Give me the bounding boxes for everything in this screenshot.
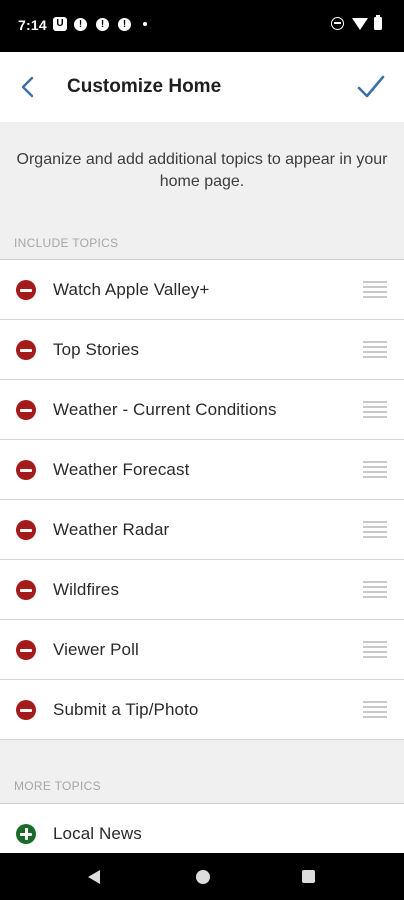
intro-panel: Organize and add additional topics to ap… bbox=[0, 122, 404, 228]
home-circle-icon[interactable] bbox=[196, 870, 210, 884]
drag-handle-icon[interactable] bbox=[363, 341, 387, 359]
topic-label: Local News bbox=[53, 824, 142, 843]
topic-label: Viewer Poll bbox=[53, 640, 139, 659]
app-header: Customize Home bbox=[0, 52, 404, 122]
u-app-icon: U bbox=[53, 17, 67, 31]
battery-icon bbox=[374, 15, 382, 30]
list-item[interactable]: Weather Forecast bbox=[0, 440, 404, 500]
alert-icon: ! bbox=[118, 17, 131, 31]
drag-handle-icon[interactable] bbox=[363, 281, 387, 299]
remove-icon[interactable] bbox=[16, 340, 36, 360]
include-topics-header: INCLUDE TOPICS bbox=[0, 228, 404, 259]
list-item[interactable]: Top Stories bbox=[0, 320, 404, 380]
list-item[interactable]: Watch Apple Valley+ bbox=[0, 260, 404, 320]
remove-icon[interactable] bbox=[16, 640, 36, 660]
drag-handle-icon[interactable] bbox=[363, 461, 387, 479]
topic-label: Top Stories bbox=[53, 340, 140, 359]
topic-label: Wildfires bbox=[53, 580, 120, 599]
topic-label: Weather Radar bbox=[53, 520, 170, 539]
include-topics-list: Watch Apple Valley+ Top Stories Weather … bbox=[0, 259, 404, 740]
drag-handle-icon[interactable] bbox=[363, 701, 387, 719]
back-triangle-icon[interactable] bbox=[88, 870, 100, 884]
remove-icon[interactable] bbox=[16, 400, 36, 420]
include-topics-label: INCLUDE TOPICS bbox=[14, 236, 119, 250]
list-item[interactable]: Weather Radar bbox=[0, 500, 404, 560]
status-time: 7:14 bbox=[18, 17, 47, 33]
list-item[interactable]: Weather - Current Conditions bbox=[0, 380, 404, 440]
remove-icon[interactable] bbox=[16, 460, 36, 480]
add-icon[interactable] bbox=[16, 824, 36, 844]
remove-icon[interactable] bbox=[16, 580, 36, 600]
list-item[interactable]: Submit a Tip/Photo bbox=[0, 680, 404, 740]
page-title: Customize Home bbox=[67, 76, 222, 97]
remove-icon[interactable] bbox=[16, 700, 36, 720]
checkmark-icon bbox=[357, 75, 385, 98]
drag-handle-icon[interactable] bbox=[363, 401, 387, 419]
alert-icon: ! bbox=[96, 17, 109, 31]
remove-icon[interactable] bbox=[16, 520, 36, 540]
notification-icons: U ! ! ! bbox=[53, 17, 147, 31]
list-item[interactable]: Wildfires bbox=[0, 560, 404, 620]
system-icons bbox=[331, 15, 382, 30]
chevron-left-icon bbox=[21, 76, 34, 98]
more-topics-header: MORE TOPICS bbox=[0, 740, 404, 803]
remove-icon[interactable] bbox=[16, 280, 36, 300]
status-bar: 7:14 U ! ! ! bbox=[0, 0, 404, 52]
wifi-icon bbox=[352, 17, 368, 30]
do-not-disturb-icon bbox=[331, 17, 344, 30]
topic-label: Weather Forecast bbox=[53, 460, 190, 479]
drag-handle-icon[interactable] bbox=[363, 581, 387, 599]
done-button[interactable] bbox=[356, 73, 386, 101]
list-item[interactable]: Viewer Poll bbox=[0, 620, 404, 680]
topic-label: Weather - Current Conditions bbox=[53, 400, 277, 419]
more-topics-label: MORE TOPICS bbox=[14, 779, 101, 793]
drag-handle-icon[interactable] bbox=[363, 521, 387, 539]
drag-handle-icon[interactable] bbox=[363, 641, 387, 659]
recents-square-icon[interactable] bbox=[302, 870, 315, 883]
alert-icon: ! bbox=[74, 17, 87, 31]
dot-icon bbox=[143, 22, 147, 26]
system-nav-bar bbox=[0, 853, 404, 900]
back-button[interactable] bbox=[18, 75, 40, 99]
topic-label: Watch Apple Valley+ bbox=[53, 280, 210, 299]
topic-label: Submit a Tip/Photo bbox=[53, 700, 199, 719]
intro-text: Organize and add additional topics to ap… bbox=[16, 151, 388, 190]
